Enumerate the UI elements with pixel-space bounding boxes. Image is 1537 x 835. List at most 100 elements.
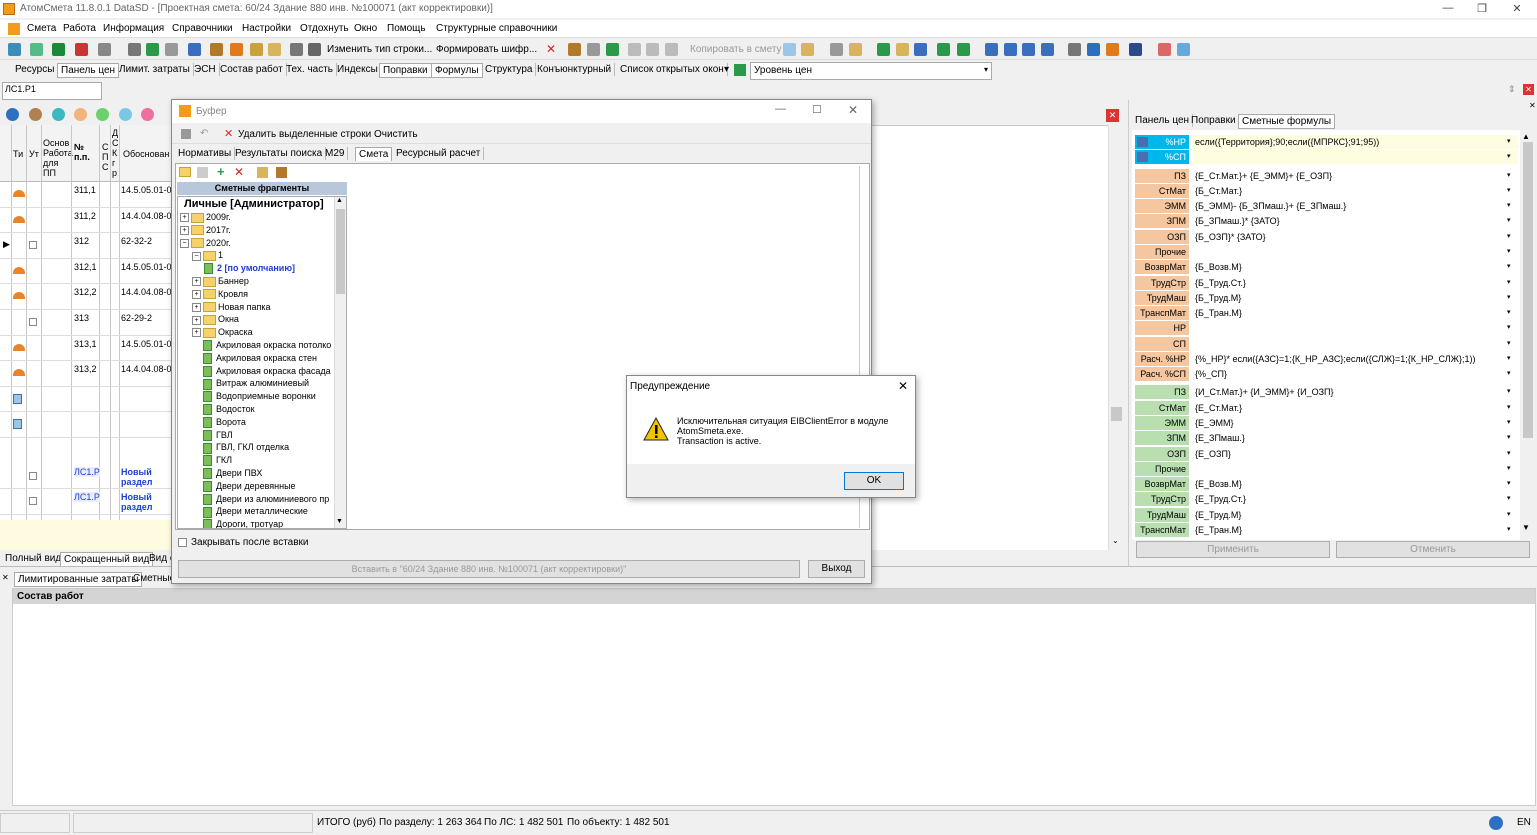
chevron-down-icon[interactable]: ▾: [1507, 508, 1515, 522]
close-right-panel-icon[interactable]: ✕: [1529, 101, 1536, 110]
grid-vertical-scrollbar[interactable]: ⌄: [1108, 125, 1125, 550]
tree-node[interactable]: +2009г.: [180, 212, 231, 225]
table-row[interactable]: 313,1 14.5.05.01-0: [0, 336, 175, 362]
cell-num[interactable]: 312,1: [74, 262, 97, 272]
edit-icon[interactable]: [197, 167, 208, 178]
chevron-down-icon[interactable]: ▾: [1507, 184, 1515, 198]
expand-toggle-icon[interactable]: +: [180, 213, 189, 223]
copy-icon[interactable]: [188, 43, 201, 56]
formula-value[interactable]: {Е_Возв.М}: [1193, 477, 1518, 491]
chevron-down-icon[interactable]: ▾: [1507, 385, 1515, 399]
menu-item-3[interactable]: Справочники: [172, 23, 233, 34]
notes-icon[interactable]: [801, 43, 814, 56]
exit-button[interactable]: Выход: [808, 560, 865, 578]
add-row-icon[interactable]: [30, 43, 43, 56]
chevron-down-icon[interactable]: ▾: [1507, 260, 1515, 274]
formula-value[interactable]: {Е_ОЗП}: [1193, 447, 1518, 461]
expand-toggle-icon[interactable]: +: [180, 225, 189, 235]
chevron-down-icon[interactable]: ▾: [1507, 492, 1515, 506]
scroll-up-icon[interactable]: ▲: [1522, 132, 1530, 141]
table-row[interactable]: 312 62-32-2 ▶: [0, 233, 175, 259]
cell-basis[interactable]: 14.4.04.08-0: [121, 287, 172, 297]
row-checkbox[interactable]: [29, 241, 37, 250]
blue-circle-icon[interactable]: [6, 108, 19, 121]
table-row[interactable]: 311,1 14.5.05.01-0: [0, 182, 175, 208]
expand-toggle-icon[interactable]: +: [192, 302, 201, 312]
move-icon[interactable]: [587, 43, 600, 56]
minimize-icon[interactable]: —: [1433, 2, 1463, 16]
save-icon[interactable]: [128, 43, 141, 56]
chevron-down-icon[interactable]: ▾: [1507, 291, 1515, 305]
green-circle-icon[interactable]: [96, 108, 109, 121]
table-row[interactable]: 312,1 14.5.05.01-0: [0, 259, 175, 285]
formula-value[interactable]: {Е_Труд.М}: [1193, 508, 1518, 522]
tree-node[interactable]: Акриловая окраска потолко: [192, 340, 331, 353]
apply-button[interactable]: Применить: [1136, 541, 1330, 558]
close-after-insert-checkbox[interactable]: [178, 538, 187, 547]
price-level-select[interactable]: Уровень цен ▾: [750, 62, 992, 80]
tree-expand-icon[interactable]: [957, 43, 970, 56]
chevron-down-icon[interactable]: ▾: [1507, 169, 1515, 183]
cut-icon[interactable]: [628, 43, 641, 56]
delete-icon[interactable]: ✕: [546, 43, 559, 56]
panel-tab-1[interactable]: Панель цен: [57, 63, 120, 78]
formula-value[interactable]: [1193, 462, 1518, 476]
tools-icon[interactable]: [276, 167, 287, 178]
cell-num[interactable]: ЛС1.Р: [74, 466, 100, 477]
stop-icon[interactable]: [181, 129, 191, 139]
buffer-tab-2[interactable]: М29: [322, 147, 349, 160]
expand-toggle-icon[interactable]: +: [192, 328, 201, 338]
chevron-down-icon[interactable]: ▾: [1507, 150, 1515, 164]
insert-icon[interactable]: [8, 43, 21, 56]
table-row[interactable]: 312,2 14.4.04.08-0: [0, 284, 175, 310]
formula-value[interactable]: {Б_Труд.Ст.}: [1193, 276, 1518, 290]
formula-value[interactable]: {Е_ЗПмаш.}: [1193, 431, 1518, 445]
formula-edit-icon[interactable]: [1137, 152, 1148, 163]
tree-node[interactable]: −1: [192, 250, 223, 263]
tree-node[interactable]: + Баннер: [192, 276, 249, 289]
formula-value[interactable]: {Б_Возв.М}: [1193, 260, 1518, 274]
folder-icon[interactable]: [250, 43, 263, 56]
clear-button[interactable]: Очистить: [374, 129, 418, 140]
excel-icon[interactable]: [52, 43, 65, 56]
buffer-tab-1[interactable]: Результаты поиска: [232, 147, 327, 160]
menu-item-6[interactable]: Окно: [354, 23, 377, 34]
search-icon[interactable]: [98, 43, 111, 56]
globe-icon[interactable]: [1489, 816, 1503, 830]
arrow-up-icon[interactable]: [606, 43, 619, 56]
expand-toggle-icon[interactable]: +: [192, 289, 201, 299]
menu-item-5[interactable]: Отдохнуть: [300, 23, 349, 34]
row-checkbox[interactable]: [29, 318, 37, 326]
cell-basis[interactable]: Новый раздел: [121, 467, 161, 487]
buffer-tab-0[interactable]: Нормативы: [175, 147, 236, 160]
bottom-tab-0[interactable]: Лимитированные затраты: [14, 572, 143, 587]
view-tab-1[interactable]: Сокращенный вид: [60, 552, 154, 567]
remove-icon[interactable]: ✕: [234, 165, 244, 179]
table-row[interactable]: 313 62-29-2: [0, 310, 175, 336]
chevron-down-icon[interactable]: ▾: [1507, 367, 1515, 381]
cell-num[interactable]: 312: [74, 236, 89, 246]
scroll-up-icon[interactable]: ▲: [336, 197, 343, 204]
chevron-down-icon[interactable]: ▾: [1507, 135, 1515, 149]
hammer-icon[interactable]: [230, 43, 243, 56]
tree-node[interactable]: Ворота: [192, 417, 246, 430]
buffer-tab-4[interactable]: Ресурсный расчет: [393, 147, 485, 160]
expand-toggle-icon[interactable]: −: [192, 251, 201, 261]
chevron-down-icon[interactable]: ▾: [1507, 477, 1515, 491]
formula-value[interactable]: {Б_ЗПмаш.}* {ЗАТО}: [1193, 214, 1518, 228]
delete-selected-button[interactable]: Удалить выделенные строки: [238, 129, 371, 140]
tree-node[interactable]: Двери металлические: [192, 506, 308, 519]
import-icon[interactable]: [896, 43, 909, 56]
books-red-icon[interactable]: [1158, 43, 1171, 56]
formula-value[interactable]: {%_НР}* если({АЗС}=1;{К_НР_АЗС};если({СЛ…: [1193, 352, 1518, 366]
panel-tab-4[interactable]: Состав работ: [217, 63, 287, 76]
chevron-down-icon[interactable]: ▾: [1507, 337, 1515, 351]
col-spc-header[interactable]: С П С: [102, 142, 110, 172]
indent-icon[interactable]: [985, 43, 998, 56]
tree-node[interactable]: Дороги, тротуар: [192, 519, 283, 528]
menu-item-7[interactable]: Помощь: [387, 23, 426, 34]
formula-value[interactable]: {Б_Ст.Мат.}: [1193, 184, 1518, 198]
clipboard-icon[interactable]: [665, 43, 678, 56]
note-icon[interactable]: [268, 43, 281, 56]
ok-button[interactable]: OK: [844, 472, 904, 490]
